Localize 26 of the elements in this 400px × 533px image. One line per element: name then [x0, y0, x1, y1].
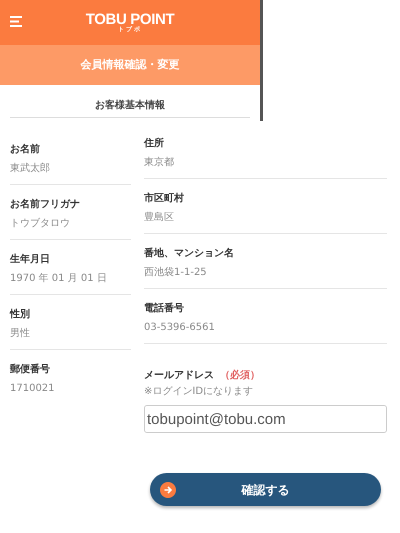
field-value: トウブタロウ [10, 217, 71, 231]
field-value: 1970 年 01 月 01 日 [10, 272, 108, 286]
section-title: お客様基本情報 [95, 98, 165, 113]
field-label: 電話番号 [144, 302, 185, 316]
field-value: 03-5396-6561 [144, 321, 216, 335]
field-label: お名前フリガナ [10, 198, 81, 212]
email-input[interactable]: tobupoint@tobu.com [144, 405, 387, 433]
confirm-button[interactable]: 確認する [150, 473, 381, 506]
field-label: 住所 [144, 137, 165, 151]
field-value: 東武太郎 [10, 162, 51, 176]
page-title: 会員情報確認・変更 [80, 56, 180, 73]
field-label: 性別 [10, 308, 31, 322]
field-value: 東京都 [144, 156, 175, 170]
field-value: 男性 [10, 327, 31, 341]
field-value: 西池袋1-1-25 [144, 266, 208, 280]
field-value: 1710021 [10, 382, 56, 396]
field-label: 郵便番号 [10, 363, 51, 377]
field-note: ※ログインIDになります [144, 385, 254, 399]
field-label: 生年月日 [10, 253, 51, 267]
field-label: 番地、マンション名 [144, 247, 235, 261]
menu-icon[interactable] [10, 16, 22, 27]
field-label: お名前 [10, 143, 41, 157]
required-label: （必須） [220, 368, 260, 383]
field-value: 豊島区 [144, 211, 175, 225]
field-label: メールアドレス [144, 369, 214, 383]
field-label: 市区町村 [144, 192, 185, 206]
